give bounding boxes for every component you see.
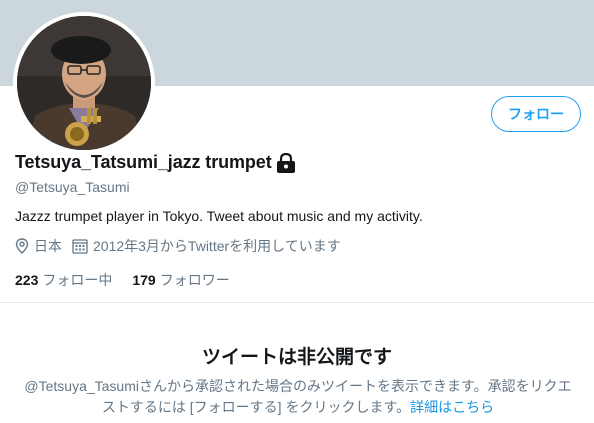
protected-tweets-description: @Tetsuya_Tasumiさんから承認された場合のみツイートを表示できます。… [18,376,578,418]
learn-more-link[interactable]: 詳細はこちら [410,399,494,415]
calendar-icon [72,239,88,254]
display-name[interactable]: Tetsuya_Tatsumi_jazz trumpet [15,152,272,173]
avatar[interactable] [13,12,155,154]
following-label: フォロー中 [42,272,113,288]
profile-handle[interactable]: @Tetsuya_Tasumi [15,179,130,195]
location-item: 日本 [15,236,62,256]
follow-button[interactable]: フォロー [491,96,581,132]
location-pin-icon [15,238,29,254]
followers-count[interactable]: 179 フォロワー [132,270,229,290]
profile-bio: Jazzz trumpet player in Tokyo. Tweet abo… [15,208,423,224]
following-count[interactable]: 223 フォロー中 [15,270,112,290]
location-text: 日本 [34,238,62,254]
follow-counts: 223 フォロー中 179 フォロワー [15,270,250,290]
joined-text: 2012年3月からTwitterを利用しています [93,238,341,254]
avatar-image [17,16,151,150]
followers-label: フォロワー [159,272,230,288]
profile-meta: 日本 2012年3月からTwitterを利用しています [15,236,351,256]
section-divider [0,302,594,303]
lock-icon [275,152,297,173]
profile-name-row: Tetsuya_Tatsumi_jazz trumpet [15,152,297,173]
followers-number: 179 [132,272,156,288]
protected-tweets-title: ツイートは非公開です [201,347,392,368]
joined-item: 2012年3月からTwitterを利用しています [72,236,341,256]
following-number: 223 [15,272,39,288]
